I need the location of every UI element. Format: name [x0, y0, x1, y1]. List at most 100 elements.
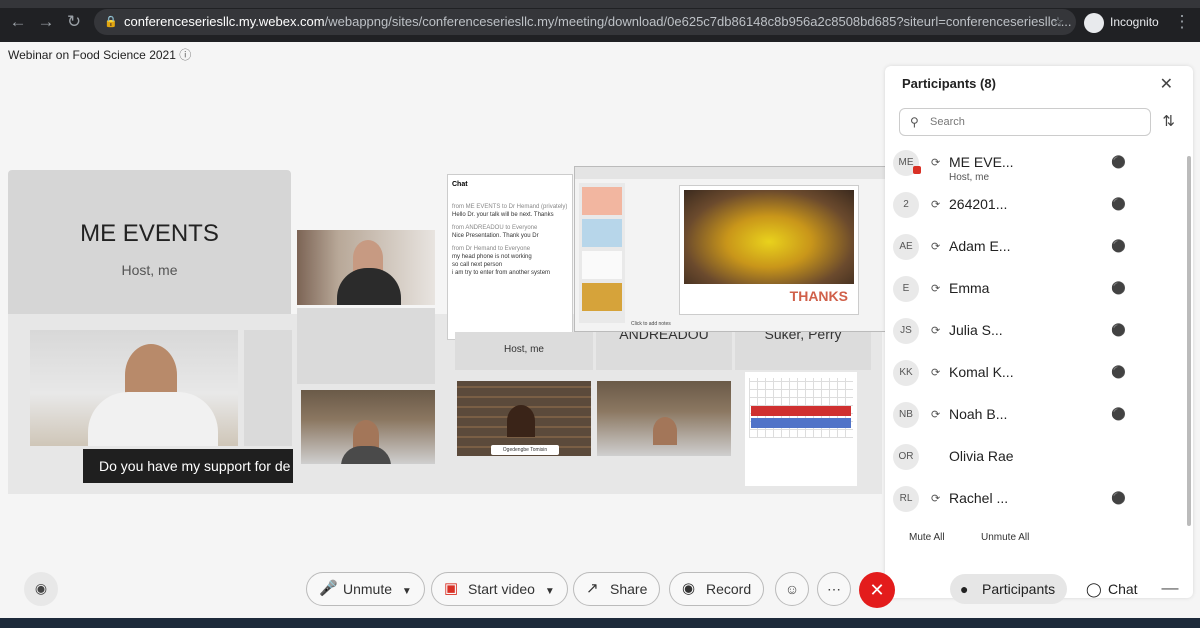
- tile-label-host: Host, me: [503, 344, 544, 355]
- os-taskbar: [0, 618, 1200, 628]
- participant-name: ME EVE...: [949, 154, 1014, 170]
- participant-name: Komal K...: [949, 364, 1014, 380]
- lock-icon: 🔒: [104, 16, 118, 28]
- video-off-icon: ▣: [444, 580, 459, 597]
- collapse-icon[interactable]: —: [1160, 578, 1180, 598]
- participant-row[interactable]: KK ⟳ Komal K... ⚫: [885, 356, 1175, 396]
- meeting-title: Webinar on Food Science 2021 ⓘ: [8, 46, 191, 63]
- participant-video[interactable]: [30, 330, 238, 446]
- participant-name: 264201...: [949, 196, 1008, 212]
- incognito-indicator[interactable]: Incognito: [1084, 11, 1159, 33]
- unmute-all-button[interactable]: Unmute All: [981, 532, 1029, 543]
- search-icon: ⚲: [910, 115, 919, 129]
- slide-thumb: [582, 187, 622, 215]
- chat-line: i am try to enter from another system: [452, 270, 551, 276]
- chat-line: Hello Dr. your talk will be next. Thanks: [452, 212, 554, 218]
- participant-video[interactable]: Ogedengbe Tomisin: [457, 381, 591, 456]
- chevron-down-icon[interactable]: ▼: [545, 586, 555, 597]
- avatar: 2: [893, 192, 919, 218]
- back-icon[interactable]: ←: [8, 12, 28, 32]
- tile-label-andreadou: ANDREADOU: [619, 332, 709, 342]
- host-tile[interactable]: ME EVENTS Host, me: [8, 170, 291, 322]
- participant-video[interactable]: [297, 230, 435, 305]
- participant-row[interactable]: RL ⟳ Rachel ... ⚫: [885, 482, 1175, 522]
- chat-line: from ME EVENTS to Dr Hemand (privately): [452, 204, 568, 210]
- mic-muted-icon[interactable]: ⚫: [1111, 491, 1126, 505]
- mic-muted-icon[interactable]: ⚫: [1111, 281, 1126, 295]
- participant-row[interactable]: E ⟳ Emma ⚫: [885, 272, 1175, 312]
- shared-chart-video[interactable]: [745, 372, 857, 486]
- video-tile-empty: [297, 308, 435, 384]
- mic-muted-icon[interactable]: ⚫: [1111, 197, 1126, 211]
- video-tile-host[interactable]: Host, me: [455, 332, 593, 370]
- participant-row[interactable]: ME ⟳ ME EVE... Host, me ⚫: [885, 146, 1175, 186]
- person-body: [341, 446, 391, 464]
- info-icon[interactable]: ⓘ: [179, 48, 191, 62]
- mic-muted-icon[interactable]: ⚫: [1111, 323, 1126, 337]
- slide-notes: Click to add notes: [631, 321, 671, 327]
- search-placeholder: Search: [930, 116, 965, 128]
- person-body: [337, 268, 401, 305]
- chat-line: my head phone is not working: [452, 254, 532, 260]
- record-label: Record: [706, 581, 752, 597]
- avatar: NB: [893, 402, 919, 428]
- share-button[interactable]: ↗ Share: [573, 572, 661, 606]
- participant-video[interactable]: [597, 381, 731, 456]
- slide-thumbnails: [579, 183, 625, 323]
- chevron-down-icon[interactable]: ▼: [402, 586, 412, 597]
- host-tile-name: ME EVENTS: [80, 220, 219, 247]
- mic-muted-icon[interactable]: ⚫: [1111, 239, 1126, 253]
- bookmark-star-icon[interactable]: ☆: [1048, 12, 1068, 32]
- reactions-button[interactable]: ☺: [775, 572, 809, 606]
- mic-muted-icon[interactable]: ⚫: [1111, 155, 1126, 169]
- tile-label-suker: Suker, Perry: [764, 332, 842, 342]
- video-tile-suker[interactable]: Suker, Perry: [735, 332, 871, 370]
- person-head: [507, 405, 535, 437]
- audio-icon: ⟳: [931, 283, 941, 295]
- shared-slide[interactable]: THANKS Click to add notes: [574, 166, 893, 332]
- mic-muted-icon[interactable]: ⚫: [1111, 407, 1126, 421]
- participant-row[interactable]: JS ⟳ Julia S... ⚫: [885, 314, 1175, 354]
- share-label: Share: [610, 581, 648, 597]
- record-button[interactable]: ◉ Record: [669, 572, 765, 606]
- participant-video[interactable]: [301, 390, 435, 464]
- sort-icon[interactable]: ⇅: [1162, 112, 1175, 130]
- person-body: [88, 392, 218, 446]
- participant-row[interactable]: OR Olivia Rae: [885, 440, 1175, 480]
- mute-all-button[interactable]: Mute All: [909, 532, 945, 543]
- participant-row[interactable]: AE ⟳ Adam E... ⚫: [885, 230, 1175, 270]
- menu-icon[interactable]: ⋮: [1172, 12, 1192, 32]
- avatar: RL: [893, 486, 919, 512]
- more-options-button[interactable]: ⋯: [817, 572, 851, 606]
- mic-muted-icon[interactable]: ⚫: [1111, 365, 1126, 379]
- search-input[interactable]: ⚲ Search: [899, 108, 1151, 136]
- address-bar[interactable]: 🔒 conferenceseriesllc.my.webex.com/webap…: [94, 9, 1076, 35]
- audio-icon: ⟳: [931, 157, 941, 169]
- participants-button[interactable]: ● Participants: [950, 574, 1068, 604]
- close-icon[interactable]: ✕: [1160, 74, 1173, 94]
- audio-status-icon[interactable]: ◉: [24, 572, 58, 606]
- forward-icon[interactable]: →: [36, 12, 56, 32]
- video-tile-andreadou[interactable]: ANDREADOU: [596, 332, 732, 370]
- participant-row[interactable]: NB ⟳ Noah B... ⚫: [885, 398, 1175, 438]
- video-tile-empty: [244, 330, 292, 446]
- host-tile-sub: Host, me: [121, 262, 178, 278]
- unmute-button[interactable]: 🎤 Unmute ▼: [306, 572, 425, 606]
- chat-line: Nice Presentation. Thank you Dr: [452, 233, 539, 239]
- chart-bars-red: [751, 406, 851, 416]
- participants-panel: Participants (8) ✕ ⚲ Search ⇅ ME ⟳ ME EV…: [885, 66, 1193, 598]
- reload-icon[interactable]: ↻: [64, 12, 84, 32]
- incognito-label: Incognito: [1110, 15, 1159, 29]
- chat-button[interactable]: ◯ Chat: [1076, 574, 1150, 604]
- end-call-button[interactable]: ✕: [859, 572, 895, 608]
- participant-row[interactable]: 2 ⟳ 264201... ⚫: [885, 188, 1175, 228]
- participant-name: Julia S...: [949, 322, 1003, 338]
- caption-bar: Do you have my support for de: [83, 449, 293, 483]
- start-video-button[interactable]: ▣ Start video ▼: [431, 572, 568, 606]
- chat-overlay: Chat from ME EVENTS to Dr Hemand (privat…: [447, 174, 573, 340]
- participant-name: Adam E...: [949, 238, 1011, 254]
- panel-scrollbar[interactable]: [1187, 156, 1191, 526]
- audio-icon: ⟳: [931, 367, 941, 379]
- chat-line: from ANDREADOU to Everyone: [452, 225, 538, 231]
- incognito-icon: [1084, 12, 1104, 33]
